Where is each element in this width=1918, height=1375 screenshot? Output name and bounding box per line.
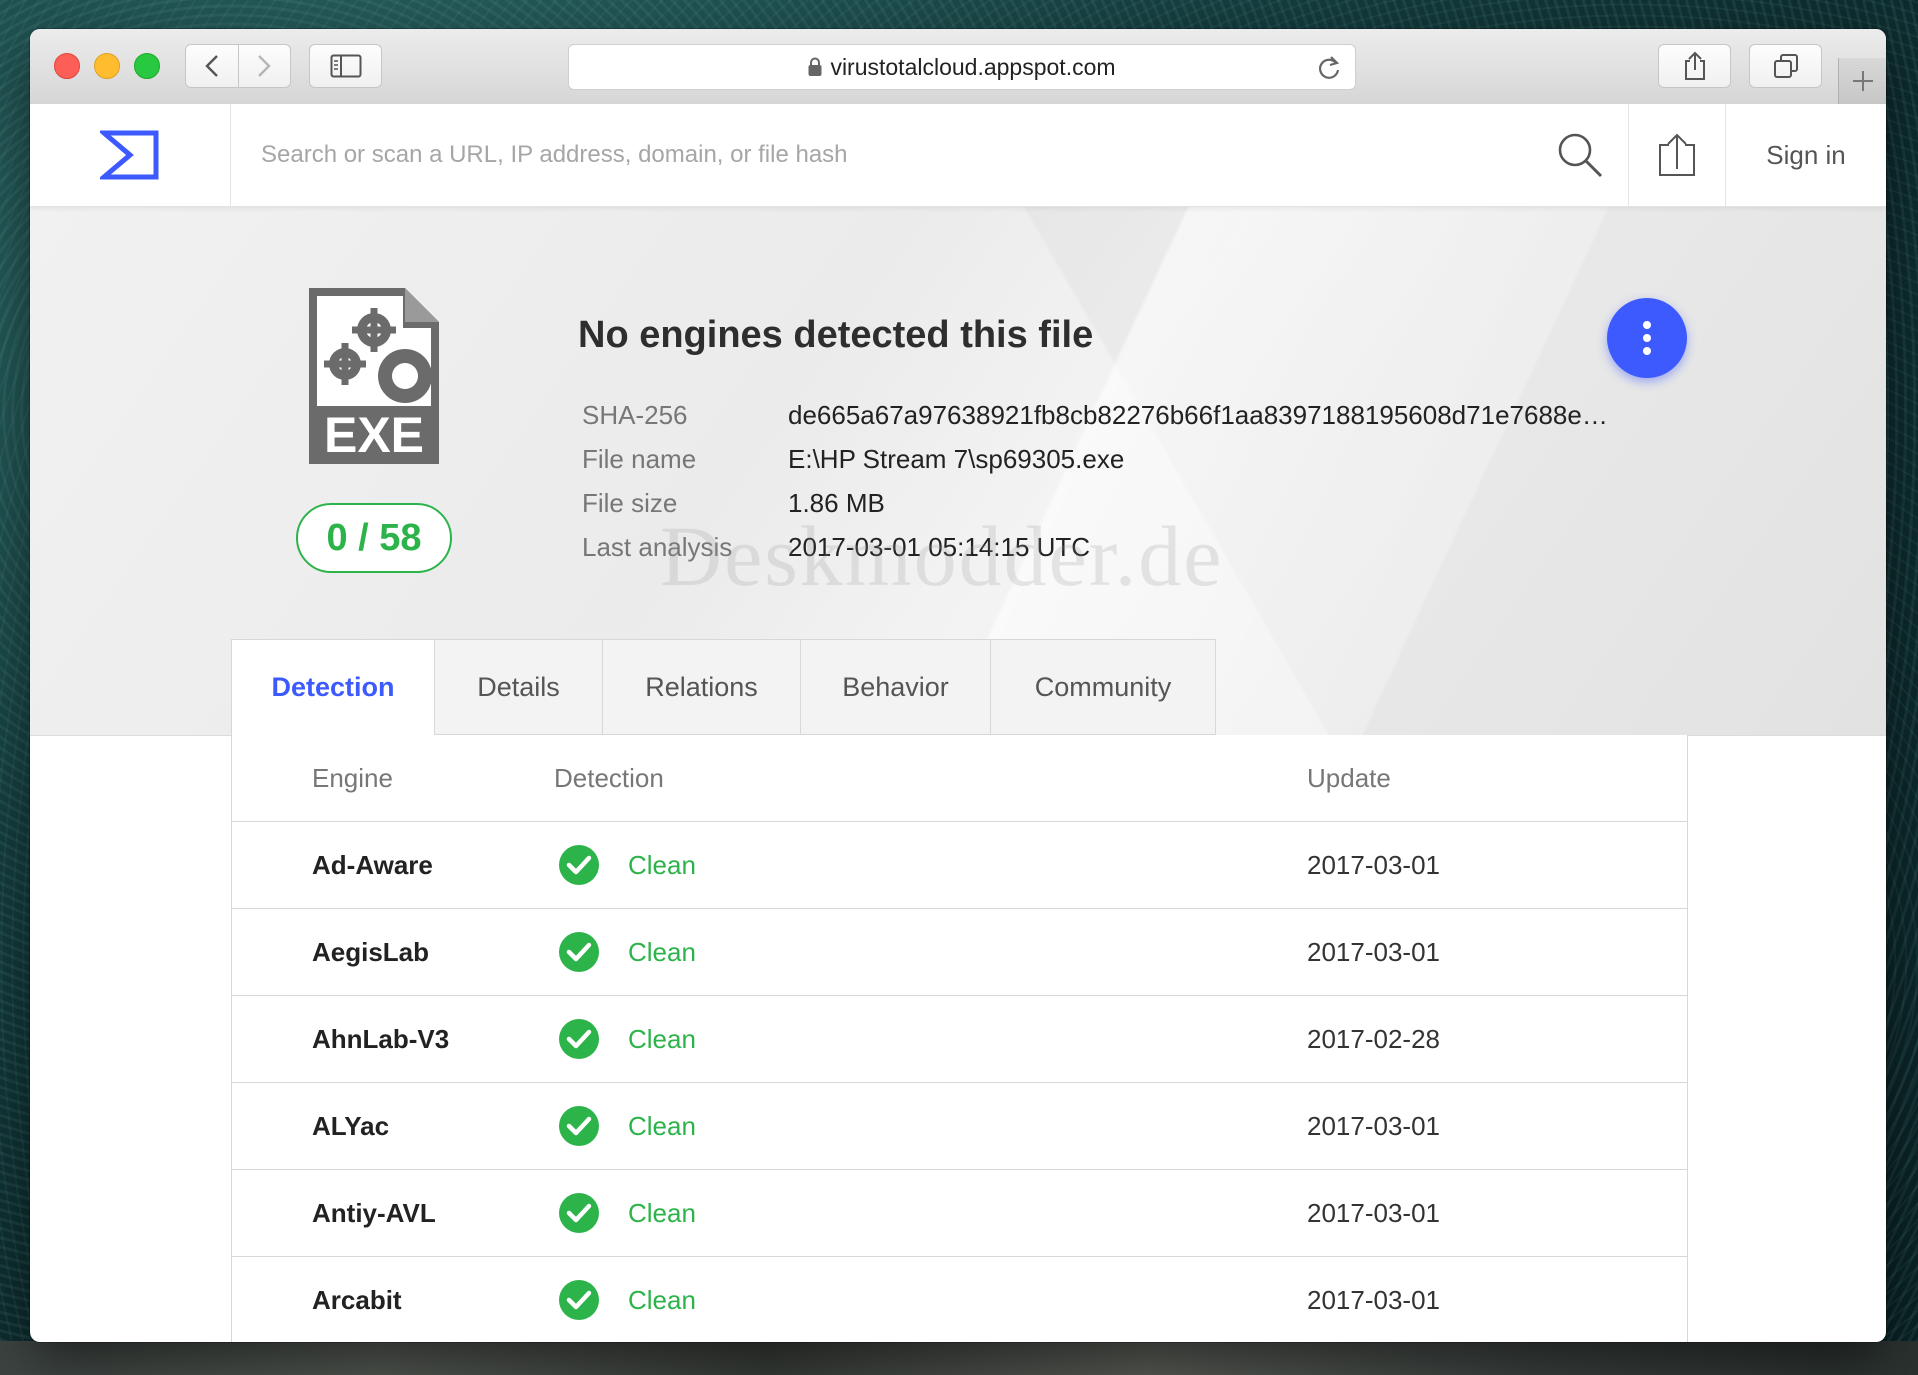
- table-header: Engine Detection Update: [232, 735, 1687, 822]
- engine-name: ALYac: [312, 1110, 390, 1141]
- search-area: [231, 104, 1532, 206]
- zoom-window-button[interactable]: [134, 53, 160, 79]
- exe-file-icon: EXE: [309, 288, 439, 464]
- detection-status: Clean: [628, 1284, 696, 1315]
- update-date: 2017-03-01: [1307, 936, 1440, 967]
- forward-button[interactable]: [237, 45, 291, 87]
- detection-table: Engine Detection Update Ad-Aware Clean 2…: [231, 735, 1688, 1342]
- engine-name: Antiy-AVL: [312, 1197, 436, 1228]
- tabs-overview-icon: [1773, 54, 1798, 78]
- minimize-window-button[interactable]: [94, 53, 120, 79]
- file-type-label: EXE: [324, 407, 424, 463]
- property-label: File name: [582, 443, 697, 474]
- detection-result: Clean: [554, 931, 1307, 973]
- address-bar[interactable]: virustotalcloud.appspot.com: [568, 44, 1356, 90]
- detection-status: Clean: [628, 1110, 696, 1141]
- engine-name: AhnLab-V3: [312, 1023, 450, 1054]
- share-icon: [1684, 51, 1705, 80]
- search-input[interactable]: [259, 140, 1532, 170]
- tab-community[interactable]: Community: [991, 640, 1216, 735]
- table-row: AhnLab-V3 Clean 2017-02-28: [232, 996, 1687, 1083]
- detection-headline: No engines detected this file: [578, 314, 1094, 356]
- check-circle-icon: [558, 844, 600, 886]
- table-row: AegisLab Clean 2017-03-01: [232, 909, 1687, 996]
- update-date: 2017-02-28: [1307, 1023, 1440, 1054]
- share-button[interactable]: [1658, 44, 1731, 88]
- table-row: Antiy-AVL Clean 2017-03-01: [232, 1170, 1687, 1257]
- file-name-row: File name E:\HP Stream 7\sp69305.exe: [582, 437, 1608, 481]
- upload-button[interactable]: [1628, 104, 1725, 206]
- engine-name: Arcabit: [312, 1284, 402, 1315]
- sha256-row: SHA-256 de665a67a97638921fb8cb82276b66f1…: [582, 393, 1608, 437]
- detection-result: Clean: [554, 844, 1307, 886]
- upload-icon: [1659, 133, 1695, 176]
- detection-result: Clean: [554, 1105, 1307, 1147]
- column-header-engine: Engine: [312, 762, 393, 793]
- browser-toolbar: virustotalcloud.appspot.com: [30, 29, 1886, 105]
- browser-window: virustotalcloud.appspot.com Sign in: [30, 29, 1886, 1342]
- detection-result: Clean: [554, 1279, 1307, 1321]
- check-circle-icon: [558, 1105, 600, 1147]
- update-date: 2017-03-01: [1307, 1284, 1440, 1315]
- engine-name: AegisLab: [312, 936, 430, 967]
- table-row: Arcabit Clean 2017-03-01: [232, 1257, 1687, 1342]
- search-button[interactable]: [1532, 104, 1628, 206]
- desktop-background-bottom: [0, 1341, 1918, 1375]
- detection-status: Clean: [628, 849, 696, 880]
- update-date: 2017-03-01: [1307, 1197, 1440, 1228]
- chevron-right-icon: [258, 55, 271, 77]
- watermark: Deskmodder.de: [660, 508, 1224, 604]
- detection-status: Clean: [628, 1197, 696, 1228]
- show-tabs-button[interactable]: [1749, 44, 1822, 88]
- detection-score-badge: 0 / 58: [296, 503, 452, 573]
- sign-in-link[interactable]: Sign in: [1725, 104, 1886, 206]
- check-circle-icon: [558, 1279, 600, 1321]
- virustotal-logo-icon: [100, 130, 159, 180]
- check-circle-icon: [558, 1192, 600, 1234]
- file-name-value: E:\HP Stream 7\sp69305.exe: [788, 443, 1125, 474]
- more-options-button[interactable]: [1607, 298, 1687, 378]
- check-circle-icon: [558, 931, 600, 973]
- column-header-update: Update: [1307, 762, 1391, 793]
- property-label: SHA-256: [582, 399, 688, 430]
- report-tabs: Detection Details Relations Behavior Com…: [231, 639, 1216, 736]
- close-window-button[interactable]: [54, 53, 80, 79]
- plus-icon: [1853, 71, 1873, 91]
- column-header-detection: Detection: [554, 762, 664, 793]
- lock-icon: [808, 57, 822, 77]
- new-tab-button[interactable]: [1838, 58, 1886, 104]
- detection-result: Clean: [554, 1018, 1307, 1060]
- check-circle-icon: [558, 1018, 600, 1060]
- tab-details[interactable]: Details: [435, 640, 603, 735]
- update-date: 2017-03-01: [1307, 1110, 1440, 1141]
- sidebar-icon: [330, 54, 361, 78]
- tab-relations[interactable]: Relations: [603, 640, 801, 735]
- navigation-buttons: [185, 44, 291, 88]
- table-row: Ad-Aware Clean 2017-03-01: [232, 822, 1687, 909]
- reload-icon[interactable]: [1317, 55, 1341, 87]
- detection-status: Clean: [628, 1023, 696, 1054]
- update-date: 2017-03-01: [1307, 849, 1440, 880]
- sha256-value: de665a67a97638921fb8cb82276b66f1aa839718…: [788, 399, 1608, 430]
- virustotal-logo[interactable]: [30, 104, 231, 206]
- site-header: Sign in: [30, 104, 1886, 207]
- search-icon: [1558, 133, 1603, 178]
- engine-name: Ad-Aware: [312, 849, 433, 880]
- tab-detection[interactable]: Detection: [232, 640, 435, 736]
- sidebar-toggle-button[interactable]: [309, 44, 382, 88]
- address-url: virustotalcloud.appspot.com: [830, 53, 1116, 80]
- detection-status: Clean: [628, 936, 696, 967]
- table-row: ALYac Clean 2017-03-01: [232, 1083, 1687, 1170]
- detection-result: Clean: [554, 1192, 1307, 1234]
- more-vertical-icon: [1643, 321, 1651, 355]
- back-button[interactable]: [186, 45, 238, 87]
- chevron-left-icon: [205, 55, 218, 77]
- tab-behavior[interactable]: Behavior: [801, 640, 991, 735]
